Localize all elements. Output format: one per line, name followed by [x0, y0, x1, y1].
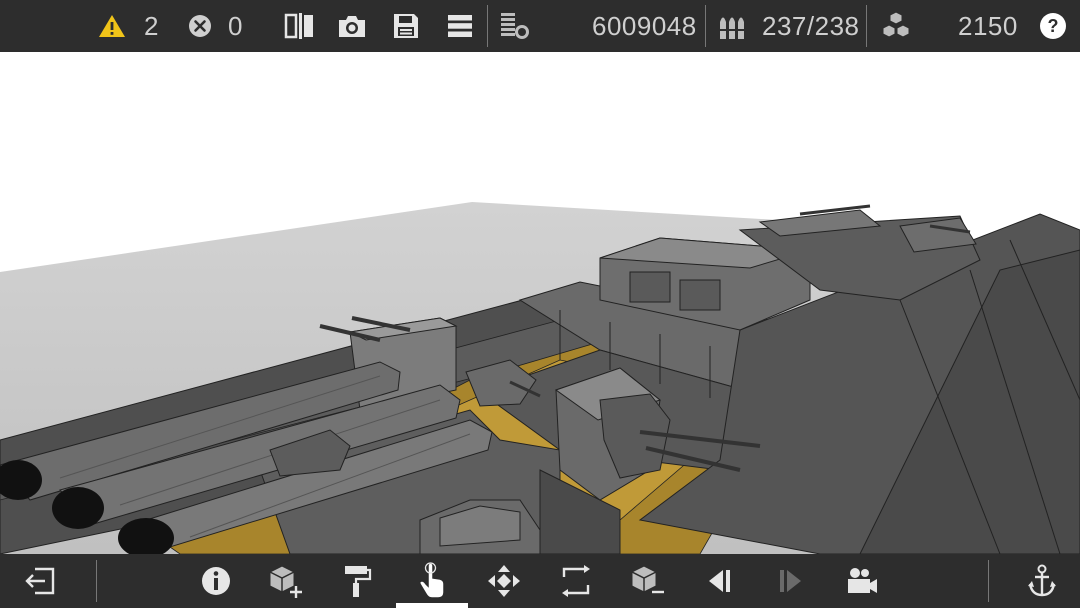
blocks-value: 2150	[958, 10, 1018, 41]
ammo-value: 237/238	[762, 10, 860, 41]
screenshot-button[interactable]	[337, 0, 367, 52]
separator	[96, 560, 97, 602]
exit-icon	[25, 567, 55, 595]
redo-button[interactable]	[762, 554, 818, 608]
cost-display: 6009048	[592, 0, 697, 52]
exit-button[interactable]	[12, 554, 68, 608]
cubes-icon	[882, 11, 910, 38]
ship-model-render[interactable]	[0, 52, 1080, 554]
move-arrows-icon	[488, 565, 520, 597]
paint-button[interactable]	[330, 554, 386, 608]
floppy-disk-icon	[394, 14, 418, 38]
coin-stack-icon	[501, 13, 529, 39]
remove-block-button[interactable]	[620, 554, 676, 608]
status-bar: 2 0 6009048 237/238 2150 ?	[0, 0, 1080, 52]
hamburger-menu-icon	[448, 15, 472, 37]
menu-button[interactable]	[447, 0, 473, 52]
undo-button[interactable]	[692, 554, 748, 608]
separator	[866, 5, 867, 47]
separator	[705, 5, 706, 47]
help-button[interactable]: ?	[1040, 0, 1066, 52]
rotate-icon	[562, 565, 590, 597]
info-icon	[202, 567, 230, 595]
cost-value: 6009048	[592, 10, 697, 41]
help-label: ?	[1047, 15, 1059, 36]
camera-icon	[339, 16, 365, 37]
blocks-icon-cell	[880, 0, 912, 52]
anchor-button[interactable]	[1014, 554, 1070, 608]
errors-indicator[interactable]: 0	[188, 0, 243, 52]
anchor-icon	[1028, 564, 1056, 597]
save-button[interactable]	[393, 0, 419, 52]
split-view-icon	[284, 13, 313, 39]
help-icon: ?	[1040, 13, 1066, 39]
step-forward-icon	[780, 570, 801, 592]
camera-view-button[interactable]	[834, 554, 890, 608]
video-camera-icon	[848, 568, 877, 593]
step-back-icon	[709, 570, 730, 592]
paint-roller-icon	[345, 566, 372, 597]
move-button[interactable]	[476, 554, 532, 608]
cost-icon-cell	[500, 0, 532, 52]
ammo-display: 237/238	[762, 0, 859, 52]
3d-viewport[interactable]	[0, 52, 1080, 554]
error-x-circle-icon	[189, 15, 211, 37]
hand-pointer-icon	[419, 562, 445, 599]
warnings-indicator[interactable]: 2	[98, 0, 159, 52]
ammo-icon-cell	[718, 0, 748, 52]
ammo-shells-icon	[719, 17, 746, 39]
warning-triangle-icon	[99, 15, 125, 37]
errors-count: 0	[228, 10, 243, 41]
separator	[487, 5, 488, 47]
separator	[988, 560, 989, 602]
add-block-button[interactable]	[258, 554, 314, 608]
active-tool-indicator	[396, 603, 468, 608]
info-button[interactable]	[188, 554, 244, 608]
select-tool-button[interactable]	[404, 554, 460, 608]
blocks-display: 2150	[958, 0, 1018, 52]
bottom-toolbar	[0, 554, 1080, 608]
rotate-button[interactable]	[548, 554, 604, 608]
warnings-count: 2	[144, 10, 159, 41]
remove-cube-icon	[631, 565, 664, 594]
add-cube-icon	[269, 565, 302, 598]
split-view-button[interactable]	[284, 0, 314, 52]
